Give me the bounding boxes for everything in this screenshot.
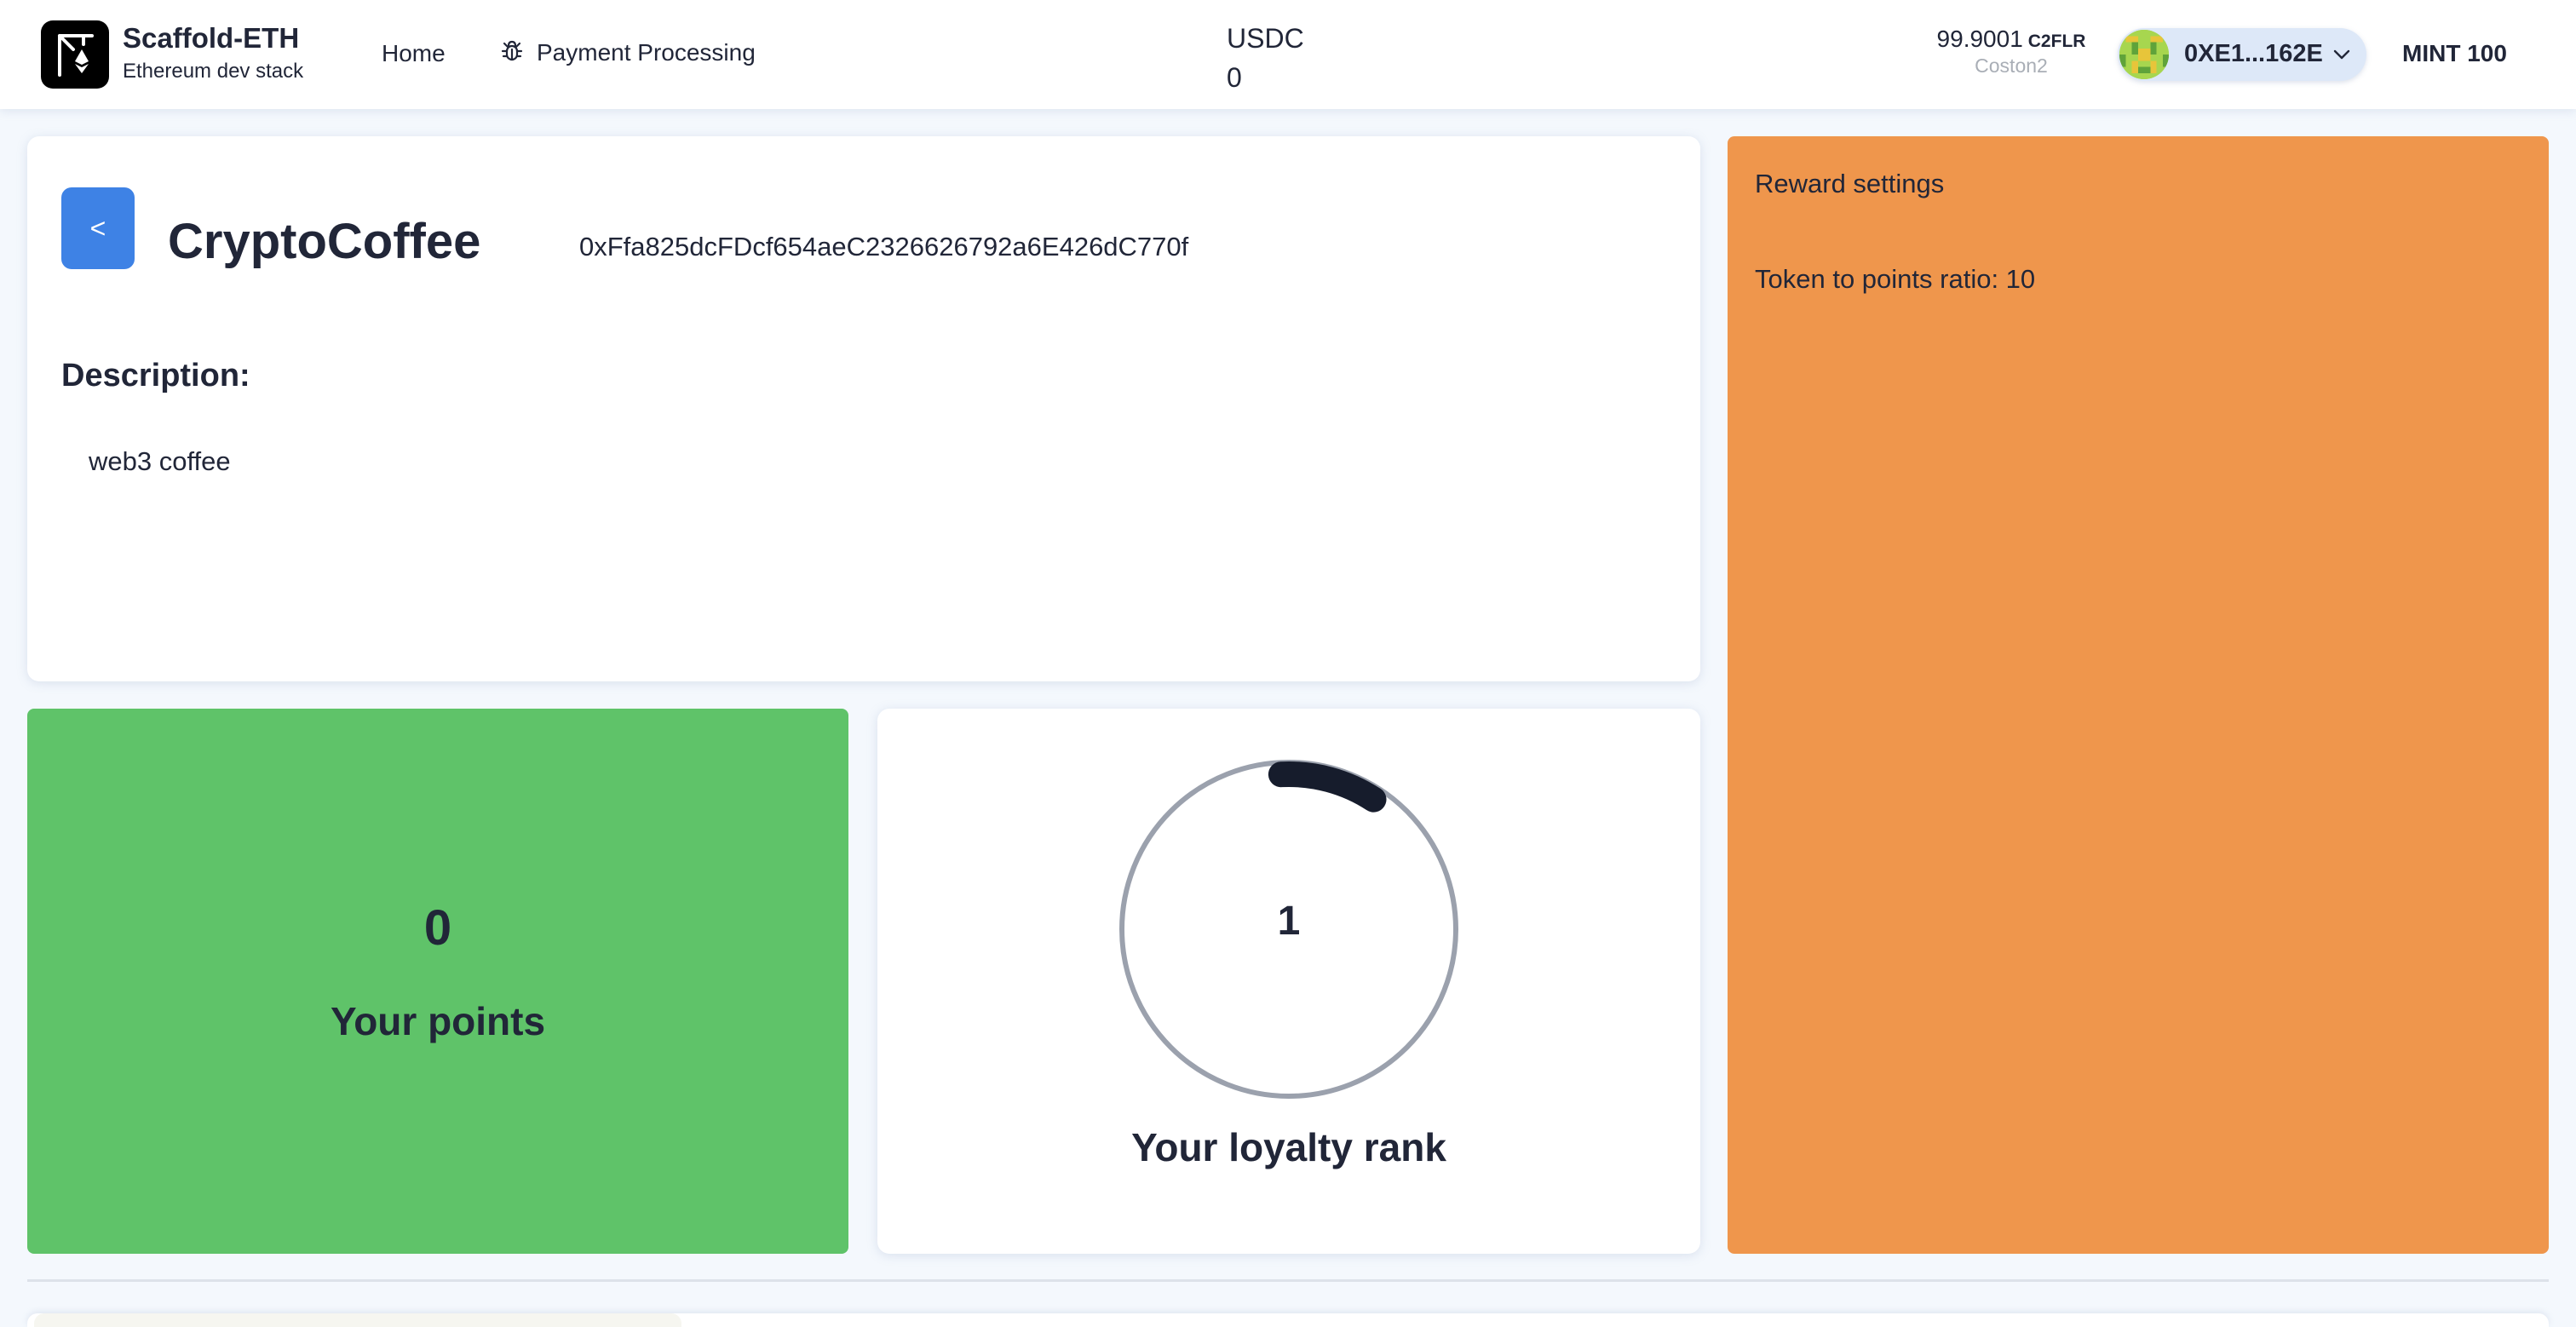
brand-title: Scaffold-ETH [123, 22, 300, 54]
chevron-down-icon [2331, 43, 2353, 70]
nav-home-link[interactable]: Home [382, 40, 446, 67]
back-button[interactable]: < [61, 187, 135, 269]
points-card: 0 Your points [27, 709, 848, 1254]
nav-payment-label: Payment Processing [537, 39, 756, 66]
nav-payment-processing-link[interactable]: Payment Processing [501, 36, 756, 70]
balance-amount: 99.9001 [1936, 26, 2023, 52]
reward-settings-title: Reward settings [1755, 169, 1945, 198]
blockie-avatar-icon [2119, 30, 2169, 79]
section-divider [27, 1279, 2549, 1282]
shop-contract-address: 0xFfa825dcFDcf654aeC2326626792a6E426dC77… [579, 232, 1189, 261]
mint-button[interactable]: MINT 100 [2402, 40, 2507, 67]
account-address: 0XE1...162E [2184, 40, 2323, 67]
rank-label: Your loyalty rank [1131, 1125, 1446, 1169]
rank-ring-progress [1268, 761, 1387, 813]
rank-value: 1 [1277, 899, 1301, 944]
reward-settings-card: Reward settings Token to points ratio: 1… [1728, 136, 2549, 1254]
usdc-amount: 0 [1227, 62, 1242, 93]
description-label: Description: [61, 358, 250, 394]
loyalty-rank-card: 1 Your loyalty rank [877, 709, 1700, 1254]
account-button[interactable]: 0XE1...162E [2118, 28, 2366, 81]
network-name: Coston2 [1975, 55, 2048, 77]
balance-symbol: C2FLR [2027, 32, 2086, 51]
points-label: Your points [330, 999, 546, 1043]
usdc-balance: USDC 0 [1227, 19, 1304, 97]
shop-name: CryptoCoffee [168, 214, 481, 269]
usdc-symbol: USDC [1227, 23, 1304, 54]
token-points-ratio: Token to points ratio: 10 [1755, 264, 2036, 294]
description-text: web3 coffee [89, 446, 231, 476]
points-value: 0 [423, 900, 452, 956]
bottom-panel-edge [34, 1313, 681, 1327]
bug-icon [501, 39, 523, 67]
native-balance: 99.9001 C2FLR Coston2 [1896, 26, 2126, 78]
brand-subtitle: Ethereum dev stack [123, 60, 304, 83]
scaffold-logo-icon[interactable] [41, 20, 109, 89]
navbar: Scaffold-ETH Ethereum dev stack Home Pay… [0, 0, 2576, 109]
